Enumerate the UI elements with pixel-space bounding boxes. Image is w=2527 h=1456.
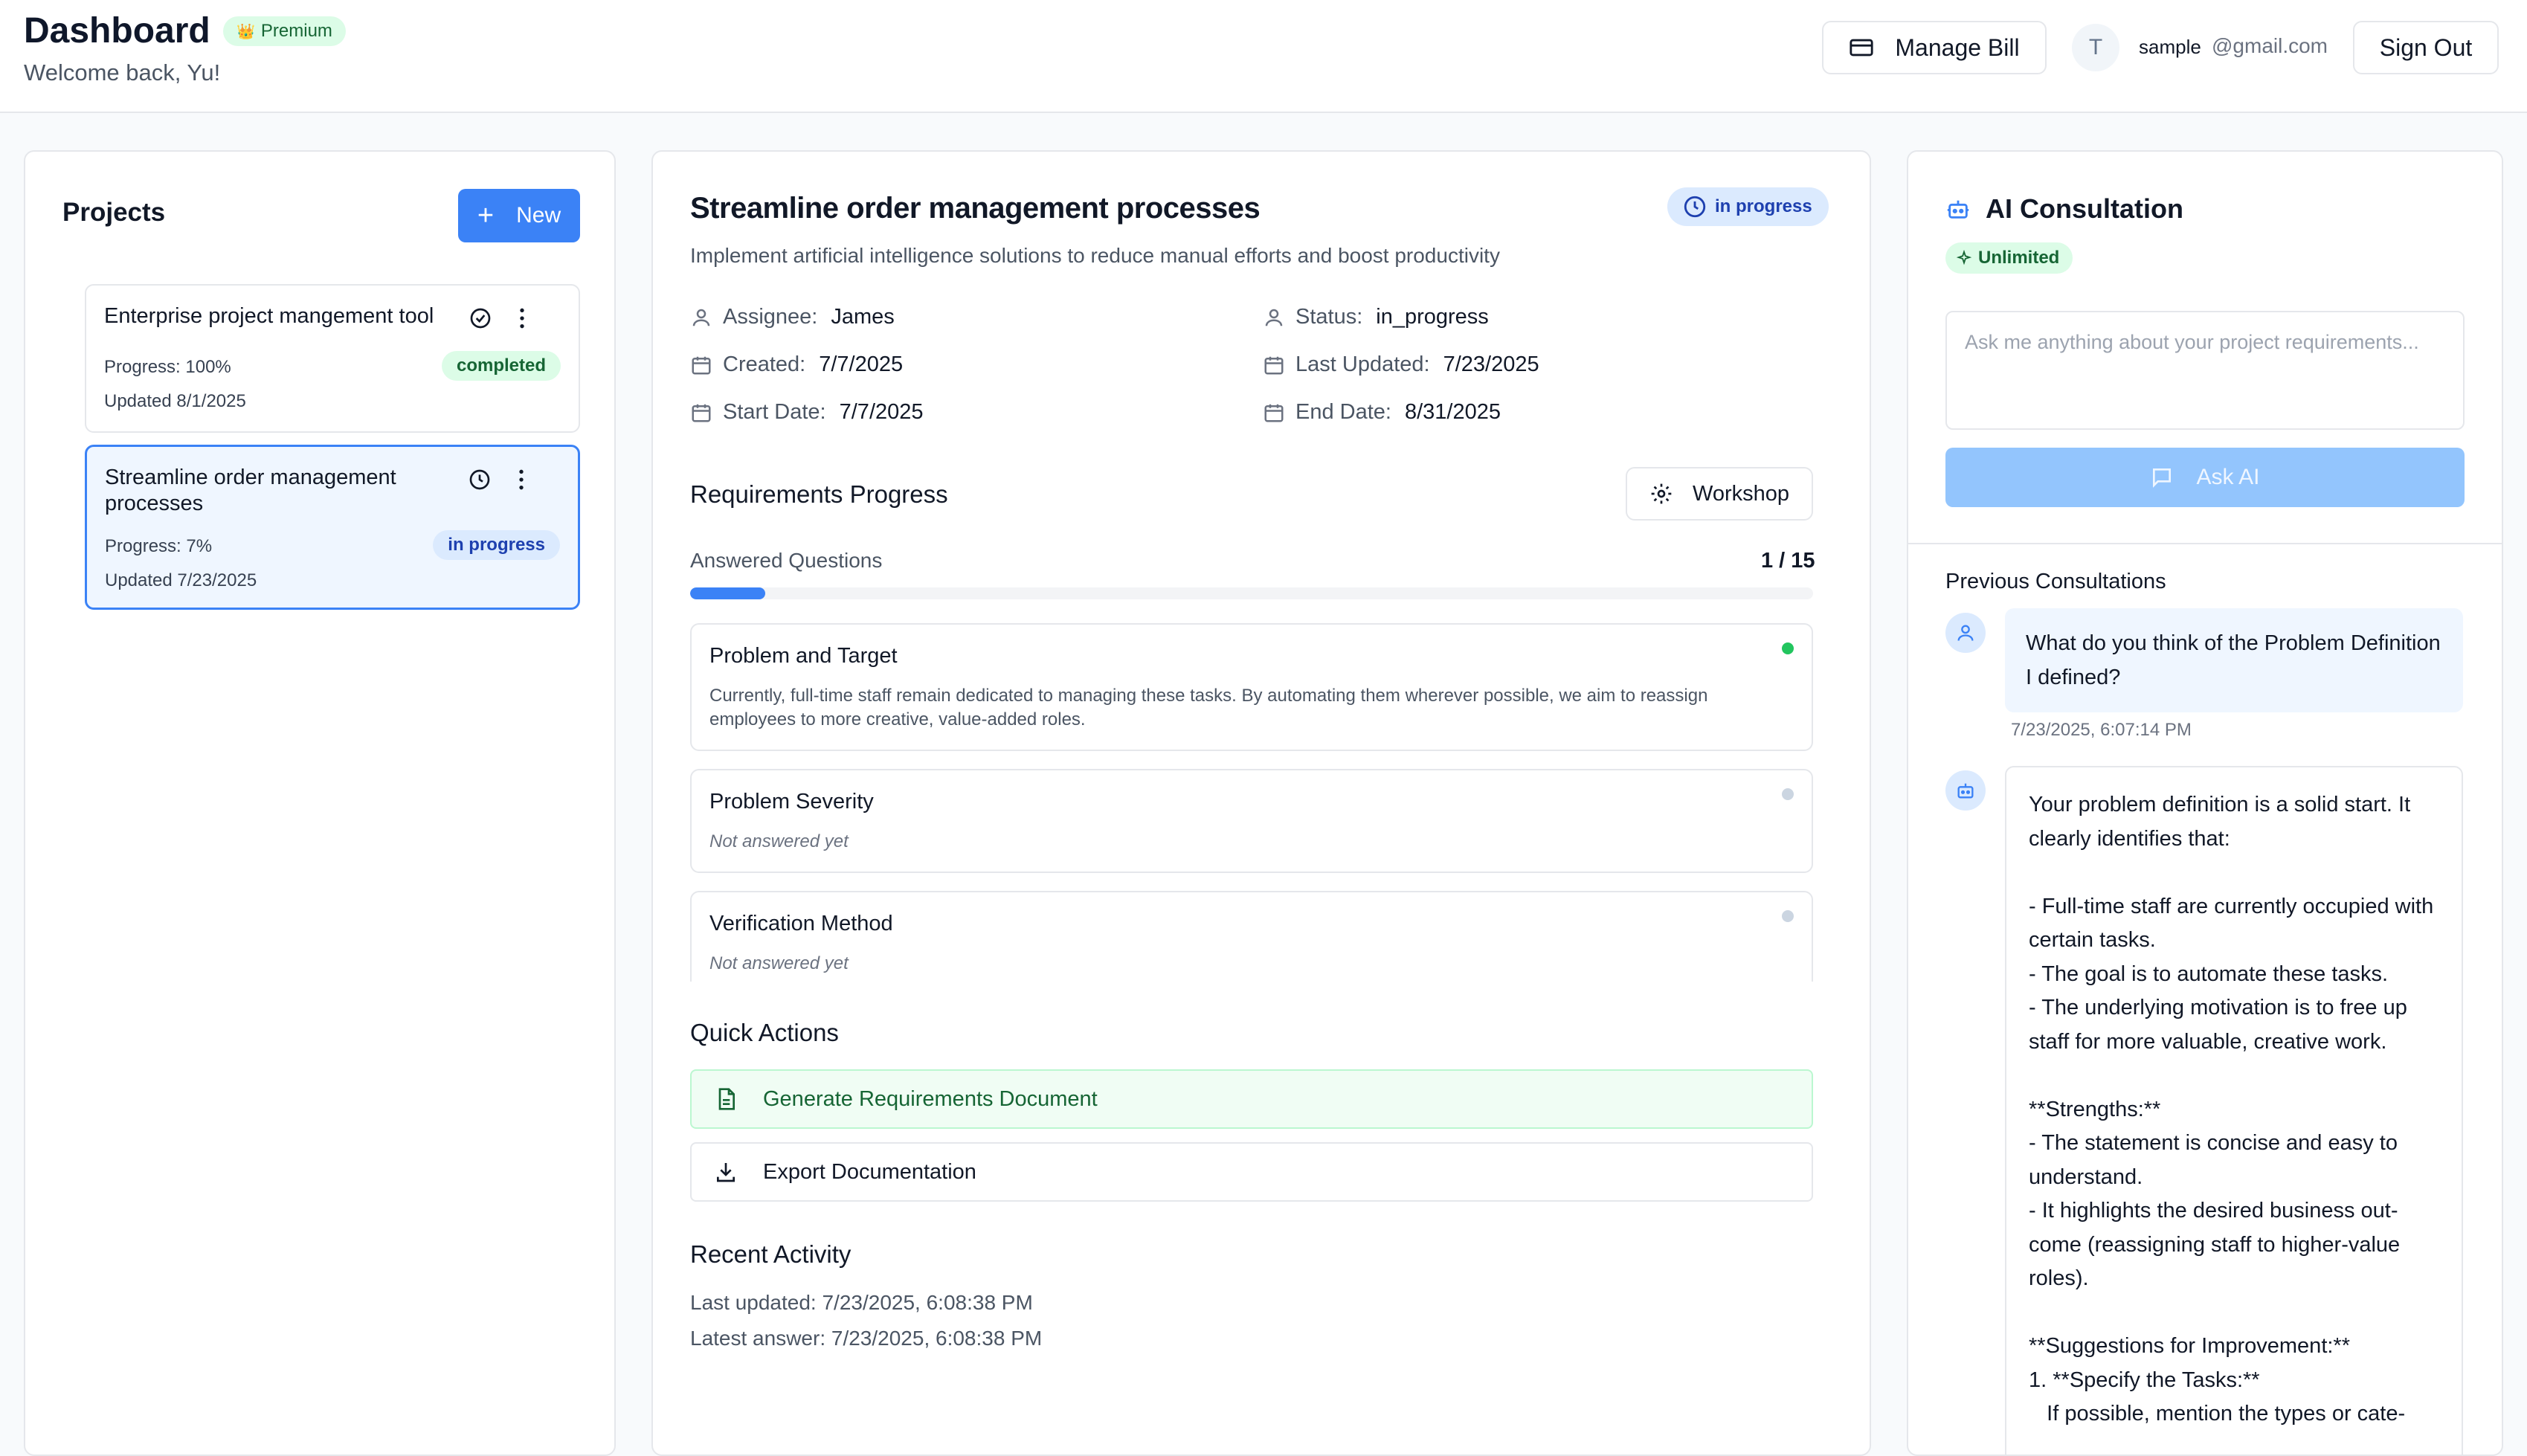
assignee-field: Assignee: James xyxy=(690,305,895,329)
last-updated-field: Last Updated: 7/23/2025 xyxy=(1263,352,1539,377)
question-title: Problem Severity xyxy=(709,790,874,814)
question-answer: Not answered yet xyxy=(709,831,849,851)
ask-ai-button[interactable]: Ask AI xyxy=(1945,448,2465,507)
robot-icon xyxy=(1957,783,1974,799)
end-date-field: End Date: 8/31/2025 xyxy=(1263,400,1501,425)
calendar-icon xyxy=(1264,356,1284,374)
calendar-icon xyxy=(692,404,711,422)
check-circle-icon xyxy=(470,308,491,329)
quick-actions-heading: Quick Actions xyxy=(690,1019,839,1046)
answered-questions-label: Answered Questions xyxy=(690,549,883,572)
user-icon xyxy=(692,309,710,326)
manage-bill-button[interactable]: Manage Bill xyxy=(1822,21,2047,74)
clock-icon xyxy=(469,469,490,490)
created-field: Created: 7/7/2025 xyxy=(690,352,903,377)
more-options-icon[interactable] xyxy=(517,468,526,492)
question-card[interactable]: Verification Method Not answered yet xyxy=(690,891,1813,982)
answered-questions-count: 1 / 15 xyxy=(1761,549,1815,573)
question-answer: Not answered yet xyxy=(709,953,849,973)
activity-last-updated: Last updated: 7/23/2025, 6:08:38 PM xyxy=(690,1291,1033,1314)
projects-panel: Projects + New Enterprise project mangem… xyxy=(24,150,616,1456)
export-documentation-button[interactable]: Export Documentation xyxy=(690,1142,1813,1202)
document-icon xyxy=(718,1088,735,1110)
project-updated: Updated 8/1/2025 xyxy=(104,391,246,411)
project-progress: Progress: 100% xyxy=(104,357,231,377)
page-title: Dashboard xyxy=(24,11,210,51)
divider xyxy=(1908,543,2502,544)
user-email-domain: @gmail.com xyxy=(2212,34,2328,57)
gear-icon xyxy=(1651,483,1672,504)
message-timestamp: 7/23/2025, 6:07:14 PM xyxy=(2011,720,2192,740)
question-card[interactable]: Problem Severity Not answered yet xyxy=(690,769,1813,873)
ai-consultation-panel: AI Consultation Unlimited Ask AI Previou… xyxy=(1907,150,2503,1456)
questions-list[interactable]: Problem and Target Currently, full-time … xyxy=(690,623,1815,982)
project-progress: Progress: 7% xyxy=(105,536,213,556)
project-name: Streamline order management processes xyxy=(105,466,396,515)
project-updated: Updated 7/23/2025 xyxy=(105,570,257,590)
projects-heading: Projects xyxy=(62,198,166,227)
user-message: What do you think of the Problem Definit… xyxy=(2005,608,2463,712)
recent-activity-heading: Recent Activity xyxy=(690,1240,852,1268)
sign-out-button[interactable]: Sign Out xyxy=(2353,21,2499,74)
activity-latest-answer: Latest answer: 7/23/2025, 6:08:38 PM xyxy=(690,1327,1043,1350)
clock-icon xyxy=(1684,196,1706,218)
project-description: Implement artificial intelligence soluti… xyxy=(690,244,1500,267)
pending-dot xyxy=(1782,788,1794,800)
ai-consultation-heading: AI Consultation xyxy=(1986,193,2183,224)
project-item[interactable]: Streamline order management processes Pr… xyxy=(85,445,580,610)
more-options-icon[interactable] xyxy=(518,306,527,330)
question-answer: Currently, full-time staff remain dedica… xyxy=(709,686,1708,729)
download-icon xyxy=(717,1163,735,1182)
status-field: Status: in_progress xyxy=(1263,305,1489,329)
user-icon xyxy=(1265,309,1283,326)
project-detail-panel: Streamline order management processes in… xyxy=(651,150,1871,1456)
user-avatar xyxy=(1945,613,1986,653)
welcome-text: Welcome back, Yu! xyxy=(24,59,221,86)
robot-icon xyxy=(1947,200,1969,219)
requirements-heading: Requirements Progress xyxy=(690,480,948,508)
avatar[interactable]: T xyxy=(2072,24,2119,71)
plus-icon: + xyxy=(477,200,495,231)
top-header: Dashboard 👑 Premium Welcome back, Yu! Ma… xyxy=(0,0,2527,113)
workshop-button[interactable]: Workshop xyxy=(1626,467,1813,521)
question-title: Problem and Target xyxy=(709,644,898,668)
question-card[interactable]: Problem and Target Currently, full-time … xyxy=(690,623,1813,751)
user-icon xyxy=(1957,625,1974,641)
generate-document-button[interactable]: Generate Requirements Document xyxy=(690,1069,1813,1129)
ai-question-input[interactable] xyxy=(1945,311,2465,430)
unlimited-badge: Unlimited xyxy=(1945,242,2073,274)
status-badge: in progress xyxy=(433,530,560,560)
progress-fill xyxy=(690,587,765,599)
project-item[interactable]: Enterprise project mangement tool Progre… xyxy=(85,284,580,433)
ai-message: Your problem definition is a solid start… xyxy=(2005,766,2463,1455)
calendar-icon xyxy=(1264,404,1284,422)
ai-avatar xyxy=(1945,770,1986,811)
pending-dot xyxy=(1782,910,1794,922)
answered-dot xyxy=(1782,642,1794,654)
previous-consultations-heading: Previous Consultations xyxy=(1945,570,2166,593)
status-badge: completed xyxy=(441,351,561,381)
message-icon xyxy=(2153,468,2172,488)
credit-card-icon xyxy=(1850,39,1873,57)
sparkle-icon xyxy=(1956,250,1972,265)
status-pill: in progress xyxy=(1667,187,1829,226)
user-email-name: sample xyxy=(2139,36,2201,58)
project-name: Enterprise project mangement tool xyxy=(104,304,434,328)
premium-badge: 👑 Premium xyxy=(223,16,346,46)
start-date-field: Start Date: 7/7/2025 xyxy=(690,400,924,425)
question-title: Verification Method xyxy=(709,912,893,935)
project-title: Streamline order management processes xyxy=(690,192,1261,225)
requirements-progress-bar xyxy=(690,587,1813,599)
calendar-icon xyxy=(692,356,711,374)
new-project-button[interactable]: + New xyxy=(458,189,580,242)
crown-icon: 👑 xyxy=(236,23,255,40)
